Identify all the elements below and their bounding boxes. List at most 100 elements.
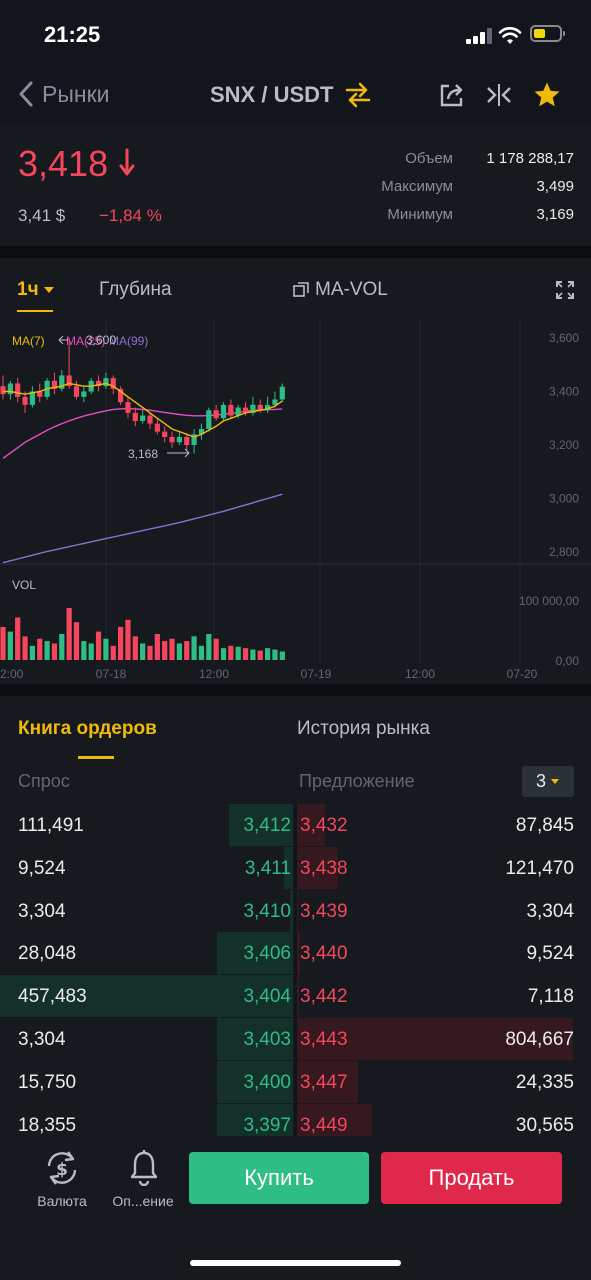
ask-price: 3,440 xyxy=(300,943,348,965)
x-tick-label: 07-18 xyxy=(96,667,127,681)
ask-price: 3,438 xyxy=(300,857,348,879)
back-button[interactable]: Рынки xyxy=(18,80,109,108)
bid-price: 3,411 xyxy=(244,857,291,879)
pair-selector[interactable]: SNX / USDT xyxy=(210,82,371,108)
cellular-signal-icon xyxy=(466,28,492,44)
status-time: 21:25 xyxy=(44,22,101,47)
swap-arrows-icon xyxy=(346,82,371,108)
volume-bar xyxy=(7,631,13,660)
buy-button[interactable]: Купить xyxy=(189,1152,369,1204)
ask-depth-bar xyxy=(297,889,299,932)
volume-bar xyxy=(29,645,35,660)
usd-price: 3,41 $ xyxy=(18,206,66,225)
volume-bar xyxy=(198,645,205,660)
candle-body xyxy=(103,378,109,387)
vol-tick-label: 0,00 xyxy=(556,654,580,668)
ask-price: 3,439 xyxy=(300,900,348,922)
volume-bar xyxy=(118,626,124,660)
ask-amount: 121,470 xyxy=(505,857,574,879)
volume-bar xyxy=(242,648,249,660)
battery-icon xyxy=(530,25,565,42)
bid-amount: 457,483 xyxy=(18,986,87,1008)
caret-down-icon xyxy=(43,287,54,293)
stat-label-high: Максимум xyxy=(381,178,453,195)
volume-bar xyxy=(51,643,58,660)
ask-price: 3,442 xyxy=(300,986,348,1008)
ask-amount: 87,845 xyxy=(515,815,574,836)
candle-body xyxy=(176,436,182,443)
depth-tab[interactable]: Глубина xyxy=(99,279,172,301)
candle-body xyxy=(206,410,212,429)
volume-bar xyxy=(140,643,146,660)
candle-body xyxy=(154,423,160,432)
bid-price: 3,397 xyxy=(243,1114,291,1136)
favorite-star-icon[interactable] xyxy=(532,80,562,110)
volume-bar xyxy=(103,638,109,660)
volume-bar xyxy=(154,634,160,660)
fullscreen-icon[interactable] xyxy=(556,281,574,299)
tab-order-book[interactable]: Книга ордеров xyxy=(18,718,157,740)
bid-amount: 15,750 xyxy=(18,1071,77,1093)
price-change: −1,84 % xyxy=(99,206,162,225)
volume-bar xyxy=(265,648,271,660)
volume-bar xyxy=(147,645,153,660)
pair-title: SNX / USDT xyxy=(210,82,334,107)
candle-body xyxy=(213,410,219,419)
volume-bar xyxy=(257,650,263,660)
candle-body xyxy=(15,383,21,397)
candle-body xyxy=(228,404,234,416)
volume-bar xyxy=(184,641,190,660)
x-tick-label: 07-19 xyxy=(301,667,332,681)
bid-header: Спрос xyxy=(18,771,70,791)
currency-label: Валюта xyxy=(37,1193,87,1209)
caret-down-icon xyxy=(551,779,559,784)
low-annotation-arrow xyxy=(167,448,190,458)
ask-price: 3,449 xyxy=(300,1114,348,1136)
interval-selector[interactable]: 1ч xyxy=(17,279,55,301)
bid-price: 3,403 xyxy=(243,1029,291,1050)
volume-bar xyxy=(88,643,94,660)
ask-price: 3,443 xyxy=(300,1029,348,1050)
bid-amount: 3,304 xyxy=(18,900,66,922)
candle-body xyxy=(22,396,28,405)
share-icon[interactable] xyxy=(439,82,465,108)
volume-bar xyxy=(279,651,285,660)
stat-value-high: 3,499 xyxy=(536,178,574,195)
stat-value-low: 3,169 xyxy=(536,206,574,223)
sell-button[interactable]: Продать xyxy=(381,1152,562,1204)
home-indicator xyxy=(190,1260,401,1266)
volume-bar xyxy=(132,636,138,660)
volume-bar xyxy=(220,648,227,660)
section-divider xyxy=(0,246,591,258)
ask-amount: 7,118 xyxy=(527,986,574,1008)
volume-bar xyxy=(73,622,80,660)
stat-label-low: Минимум xyxy=(387,206,453,223)
volume-bar xyxy=(228,645,234,660)
price-chart[interactable]: 3,600 3,400 3,200 3,000 2,800 MA(7) MA(25) MA(9… xyxy=(0,320,591,684)
candle-body xyxy=(140,415,146,421)
volume-bar xyxy=(15,617,21,660)
tab-market-history[interactable]: История рынка xyxy=(297,718,430,740)
precision-selector[interactable]: 3 xyxy=(522,766,574,797)
candlestick-chart[interactable]: 3,6003,4003,2003,0002,800MA(7) MA(25) MA(9… xyxy=(0,320,591,684)
currency-button[interactable]: $ Валюта xyxy=(30,1148,94,1214)
bid-price: 3,404 xyxy=(243,986,291,1008)
volume-bar xyxy=(250,649,256,660)
bid-price: 3,410 xyxy=(243,900,291,922)
x-tick-label: 2:00 xyxy=(0,667,24,681)
volume-bar xyxy=(37,638,43,660)
alert-button[interactable]: Оп...ение xyxy=(106,1148,180,1214)
candle-body xyxy=(7,383,13,395)
currency-exchange-icon: $ xyxy=(47,1151,77,1185)
volume-bar xyxy=(125,619,131,660)
y-tick-label: 3,000 xyxy=(549,492,579,506)
ask-amount: 9,524 xyxy=(526,943,574,965)
compare-icon[interactable] xyxy=(485,82,513,108)
volume-bar xyxy=(191,636,197,660)
volume-bar xyxy=(59,634,65,660)
indicator-button[interactable]: MA-VOL xyxy=(293,279,388,301)
y-tick-label: 3,200 xyxy=(549,438,579,452)
bid-amount: 18,355 xyxy=(18,1114,77,1136)
interval-label: 1ч xyxy=(17,279,39,300)
interval-underline xyxy=(17,310,53,312)
